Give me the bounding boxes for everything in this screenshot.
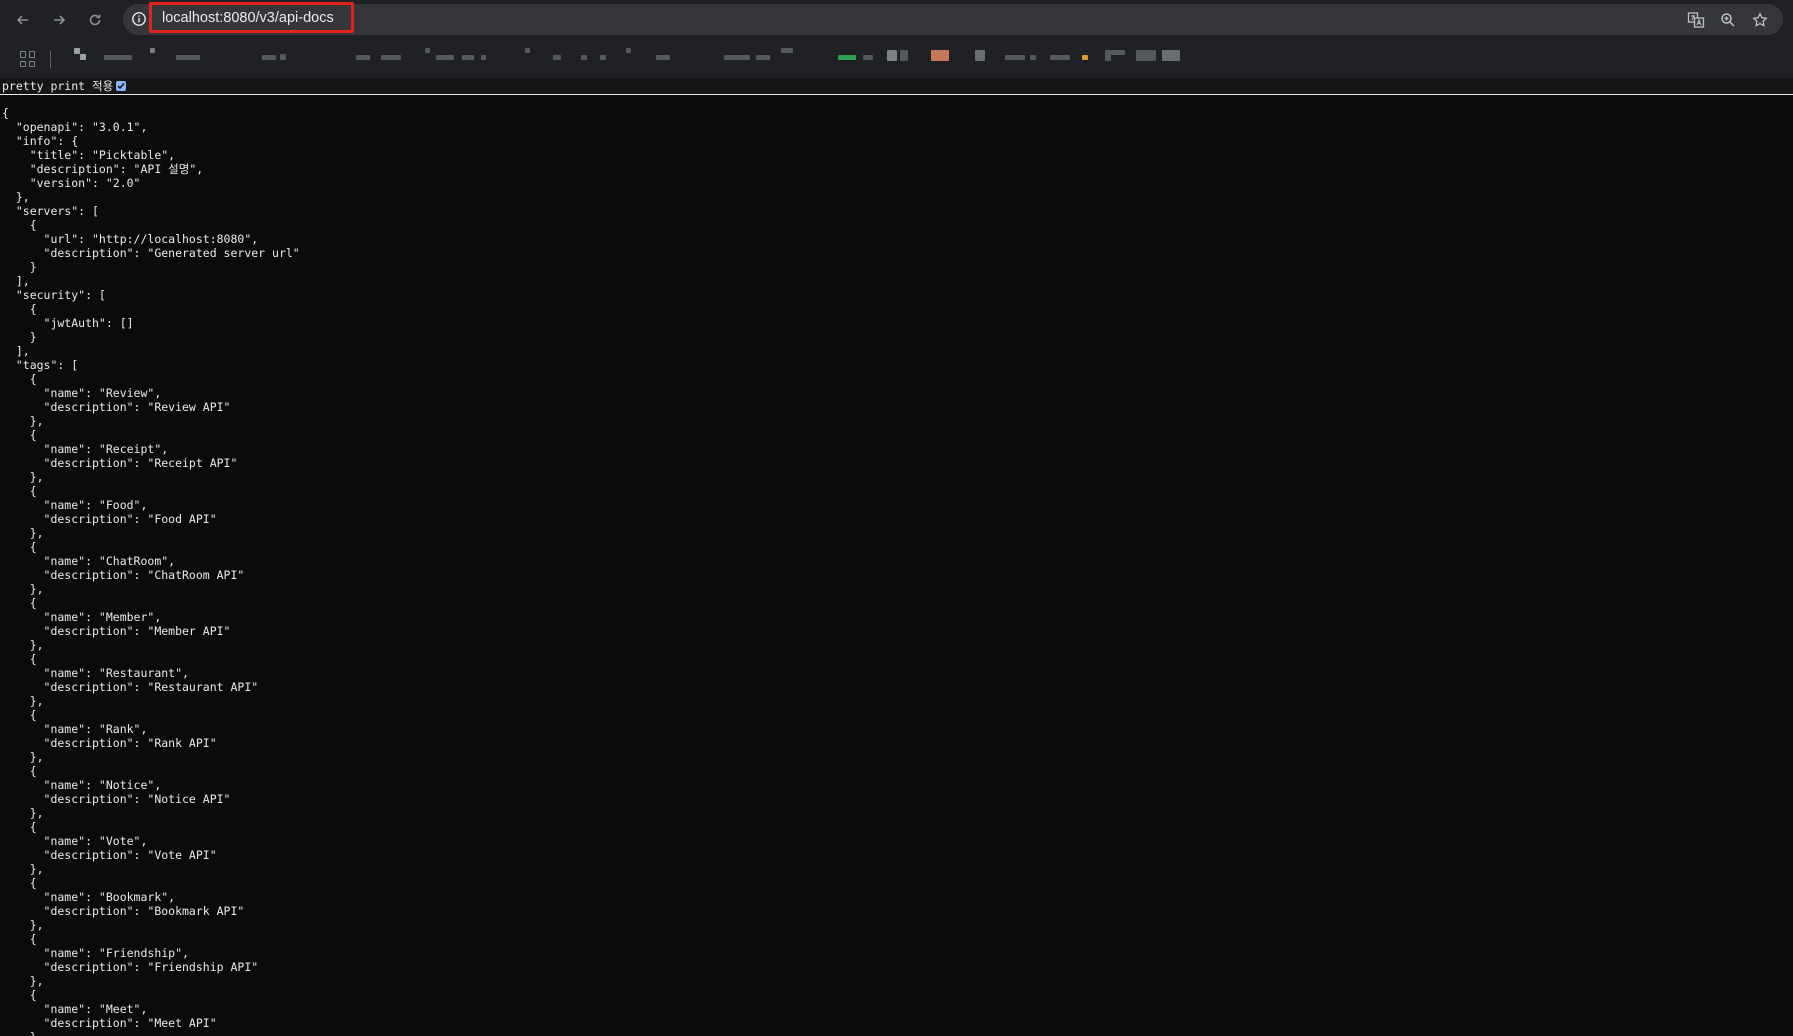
- info-icon: [132, 12, 146, 26]
- bookmarks-separator: [50, 51, 51, 68]
- site-info-button[interactable]: [130, 10, 148, 28]
- zoom-button[interactable]: [1715, 7, 1741, 33]
- json-line: "servers": [: [2, 204, 99, 218]
- bookmark-star-button[interactable]: [1747, 7, 1773, 33]
- json-line: "jwtAuth": []: [2, 316, 134, 330]
- bookmarks-bar: [0, 40, 1793, 78]
- json-viewer: { "openapi": "3.0.1", "info": { "title":…: [2, 106, 1782, 1036]
- json-line: "url": "http://localhost:8080",: [2, 232, 259, 246]
- json-line: ],: [2, 344, 30, 358]
- json-line: "security": [: [2, 288, 106, 302]
- json-line: ],: [2, 274, 30, 288]
- translate-button[interactable]: [1683, 7, 1709, 33]
- json-line: "description": "Receipt API": [2, 456, 238, 470]
- json-line: {: [2, 932, 37, 946]
- json-line: },: [2, 918, 44, 932]
- json-line: "name": "Bookmark",: [2, 890, 176, 904]
- json-line: "name": "Review",: [2, 386, 162, 400]
- arrow-right-icon: [54, 15, 66, 25]
- forward-button[interactable]: [46, 7, 72, 33]
- json-line: "name": "Rank",: [2, 722, 148, 736]
- json-line: {: [2, 302, 37, 316]
- address-bar[interactable]: localhost:8080/v3/api-docs: [123, 2, 1783, 35]
- pretty-print-checkbox[interactable]: [116, 81, 127, 91]
- json-line: "tags": [: [2, 358, 79, 372]
- back-button[interactable]: [10, 7, 36, 33]
- json-line: "openapi": "3.0.1",: [2, 120, 148, 134]
- json-line: "description": "Rank API": [2, 736, 217, 750]
- json-line: {: [2, 988, 37, 1002]
- json-line: {: [2, 876, 37, 890]
- json-line: "title": "Picktable",: [2, 148, 176, 162]
- json-line: "info": {: [2, 134, 79, 148]
- json-line: "name": "Vote",: [2, 834, 148, 848]
- json-line: },: [2, 470, 44, 484]
- json-line: },: [2, 806, 44, 820]
- json-line: "name": "ChatRoom",: [2, 554, 176, 568]
- json-line: "description": "Member API": [2, 624, 231, 638]
- json-line: "description": "Notice API": [2, 792, 231, 806]
- json-line: "name": "Notice",: [2, 778, 162, 792]
- json-line: "description": "Vote API": [2, 848, 217, 862]
- zoom-icon: [1721, 13, 1735, 27]
- reload-button[interactable]: [82, 7, 108, 33]
- json-line: },: [2, 750, 44, 764]
- json-line: "name": "Receipt",: [2, 442, 169, 456]
- json-line: }: [2, 330, 37, 344]
- json-line: "description": "Meet API": [2, 1016, 217, 1030]
- json-line: "description": "Bookmark API": [2, 904, 245, 918]
- json-line: {: [2, 596, 37, 610]
- reload-icon: [89, 14, 101, 26]
- pretty-print-label: pretty print 적용: [2, 79, 114, 93]
- json-line: },: [2, 414, 44, 428]
- star-icon: [1752, 12, 1768, 27]
- json-line: {: [2, 484, 37, 498]
- json-line: },: [2, 694, 44, 708]
- json-line: "description": "Restaurant API": [2, 680, 259, 694]
- json-line: {: [2, 652, 37, 666]
- json-line: "description": "Generated server url": [2, 246, 300, 260]
- json-line: "name": "Friendship",: [2, 946, 189, 960]
- json-line: },: [2, 638, 44, 652]
- json-line: {: [2, 820, 37, 834]
- json-line: "name": "Restaurant",: [2, 666, 189, 680]
- browser-toolbar: localhost:8080/v3/api-docs: [0, 0, 1793, 40]
- json-line: "description": "Food API": [2, 512, 217, 526]
- json-line: },: [2, 526, 44, 540]
- json-line: },: [2, 190, 30, 204]
- json-line: "description": "Friendship API": [2, 960, 259, 974]
- json-line: },: [2, 582, 44, 596]
- json-line: {: [2, 764, 37, 778]
- json-line: "description": "Review API": [2, 400, 231, 414]
- json-line: "name": "Member",: [2, 610, 162, 624]
- json-line: "description": "ChatRoom API": [2, 568, 245, 582]
- url-text[interactable]: localhost:8080/v3/api-docs: [162, 10, 334, 26]
- json-line: "name": "Meet",: [2, 1002, 148, 1016]
- checkmark-icon: [117, 83, 125, 90]
- pretty-print-bar: pretty print 적용: [0, 78, 1793, 95]
- translate-icon: [1687, 12, 1705, 28]
- json-line: {: [2, 106, 9, 120]
- apps-grid-icon[interactable]: [20, 51, 36, 67]
- json-line: {: [2, 540, 37, 554]
- json-line: },: [2, 1030, 1782, 1036]
- json-line: {: [2, 428, 37, 442]
- json-line: "version": "2.0": [2, 176, 141, 190]
- url-highlight-box[interactable]: localhost:8080/v3/api-docs: [149, 2, 354, 33]
- json-line: {: [2, 372, 37, 386]
- json-line: },: [2, 862, 44, 876]
- json-line: {: [2, 708, 37, 722]
- json-line: "name": "Food",: [2, 498, 148, 512]
- json-line: }: [2, 260, 37, 274]
- arrow-left-icon: [16, 15, 28, 25]
- json-line: },: [2, 974, 44, 988]
- json-line: {: [2, 218, 37, 232]
- json-line: "description": "API 설명",: [2, 162, 204, 176]
